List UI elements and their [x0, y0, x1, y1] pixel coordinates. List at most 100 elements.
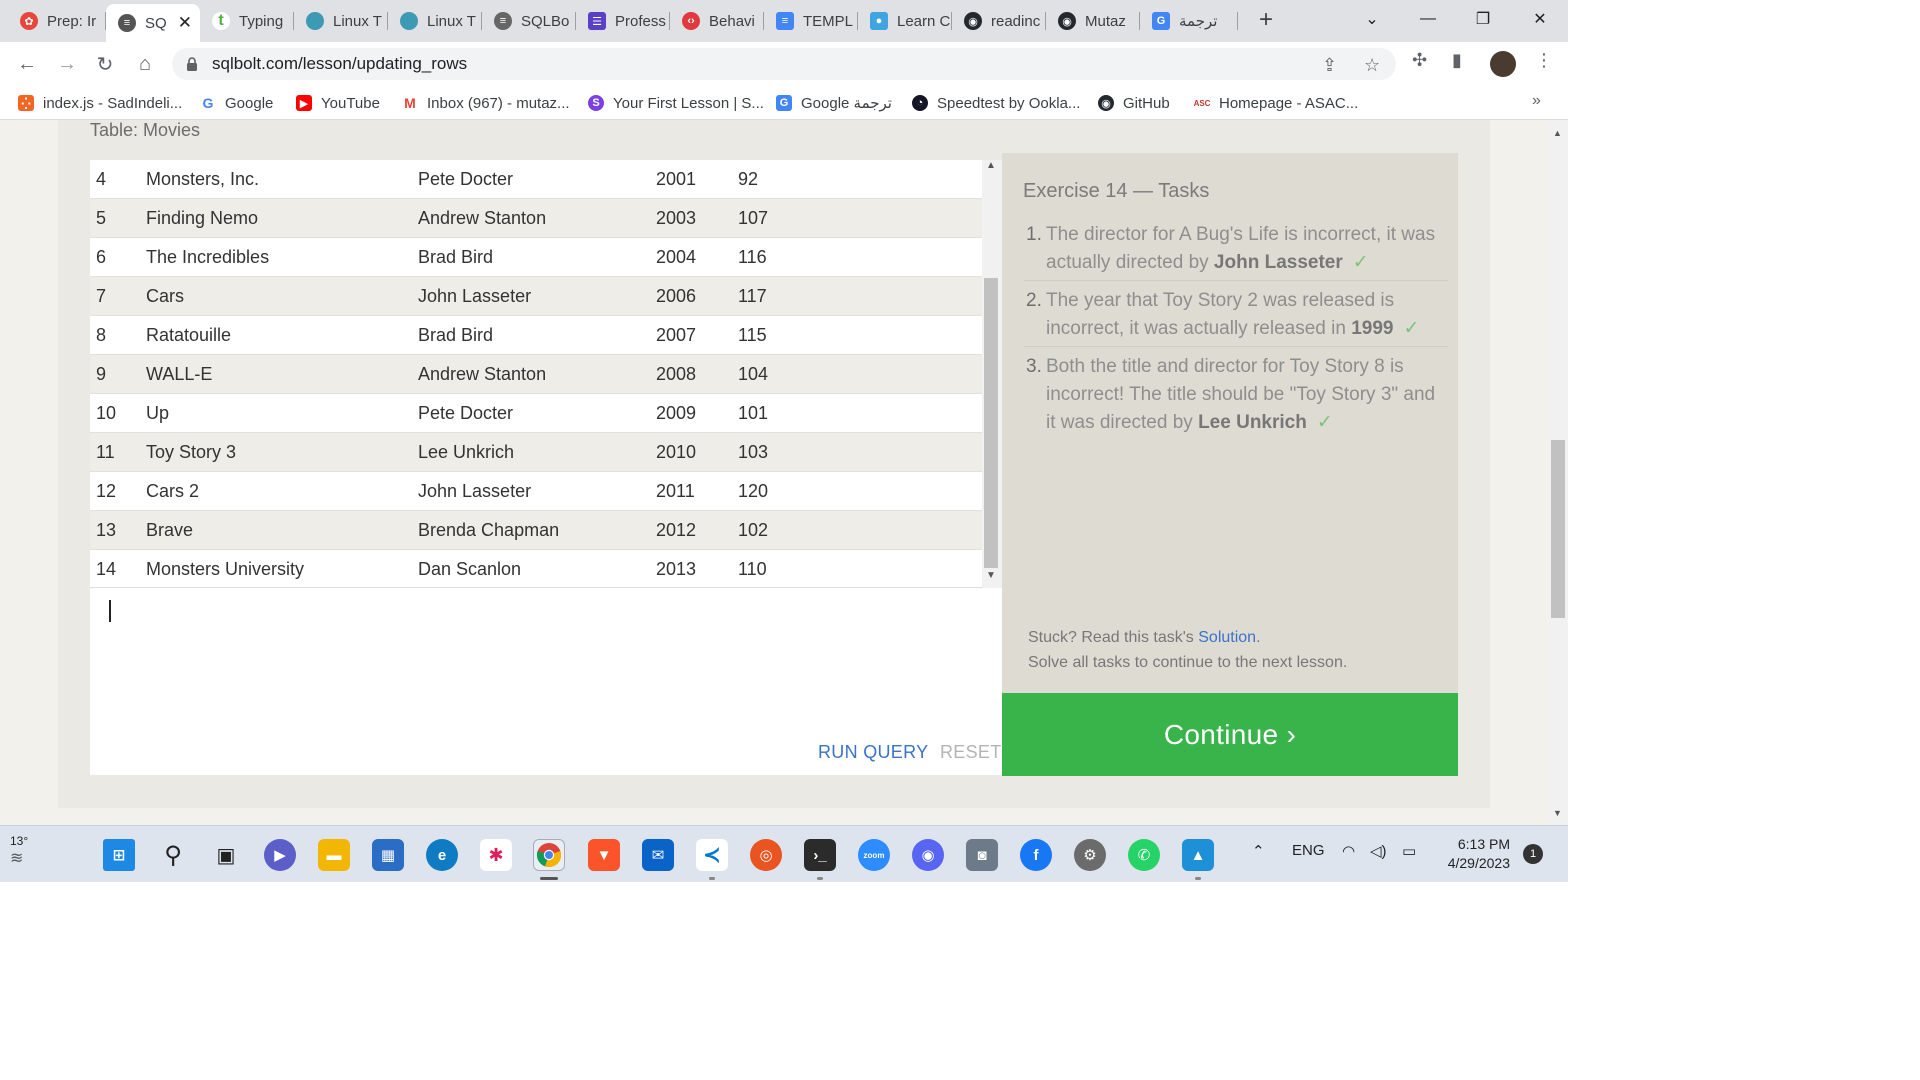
zoom-icon[interactable]: zoom: [858, 839, 890, 871]
wifi-icon[interactable]: ◠: [1342, 842, 1355, 860]
tray-overflow-chevron-icon[interactable]: ⌃: [1252, 842, 1265, 860]
tab-mutaz[interactable]: ◉ Mutaz: [1046, 6, 1140, 36]
tab-prep[interactable]: ✿ Prep: Ir: [8, 6, 106, 36]
terminal-icon[interactable]: ›_: [804, 839, 836, 871]
system-clock[interactable]: 6:13 PM 4/29/2023: [1438, 835, 1510, 873]
address-bar[interactable]: sqlbolt.com/lesson/updating_rows ⇪ ☆: [172, 48, 1396, 80]
chrome-icon[interactable]: [533, 839, 565, 871]
store-icon[interactable]: ▦: [372, 839, 404, 871]
results-scrollbar[interactable]: ▲ ▼: [982, 160, 1002, 588]
checkmark-icon: ✓: [1316, 412, 1333, 433]
minimize-button[interactable]: —: [1408, 6, 1448, 32]
battery-icon[interactable]: ▭: [1402, 842, 1416, 860]
restore-button[interactable]: ❐: [1463, 6, 1503, 32]
scroll-up-arrow-icon[interactable]: ▲: [986, 160, 996, 171]
table-row: 14 Monsters University Dan Scanlon 2013 …: [90, 550, 982, 587]
continue-button[interactable]: Continue ›: [1002, 693, 1458, 776]
page-scroll-down-icon[interactable]: ▼: [1553, 808, 1562, 818]
cell-director: Pete Docter: [418, 402, 514, 423]
side-panel-icon[interactable]: ▮: [1452, 50, 1462, 71]
forward-button[interactable]: →: [52, 50, 82, 78]
speedtest-icon: ◔: [912, 95, 928, 111]
solution-link[interactable]: Solution: [1198, 629, 1256, 646]
search-icon[interactable]: ⚲: [157, 839, 189, 871]
bookmark-asac[interactable]: ASC Homepage - ASAC...: [1194, 92, 1359, 114]
tab-behavioral[interactable]: ‹› Behavi: [670, 6, 764, 36]
tab-professional[interactable]: ☰ Profess: [576, 6, 670, 36]
tab-search-chevron-icon[interactable]: ⌄: [1352, 6, 1392, 32]
tab-template[interactable]: ≡ TEMPL: [764, 6, 858, 36]
globe-icon: [306, 12, 324, 30]
bookmark-first-lesson[interactable]: S Your First Lesson | S...: [588, 92, 764, 114]
tab-learn[interactable]: ● Learn C: [858, 6, 952, 36]
page-scrollbar-thumb[interactable]: [1551, 440, 1565, 618]
facebook-icon[interactable]: f: [1020, 839, 1052, 871]
extensions-icon[interactable]: ✣: [1412, 50, 1427, 71]
bookmark-speedtest[interactable]: ◔ Speedtest by Ookla...: [912, 92, 1080, 114]
discord-icon[interactable]: ◉: [912, 839, 944, 871]
bookmark-youtube[interactable]: ▶ YouTube: [296, 92, 380, 114]
share-icon[interactable]: ⇪: [1322, 55, 1337, 76]
shield-icon: ‹›: [682, 12, 700, 30]
database-icon: ≡: [118, 14, 136, 32]
tab-linux-1[interactable]: Linux T: [294, 6, 388, 36]
reload-button[interactable]: ↻: [90, 50, 120, 78]
bookmark-index-js[interactable]: ⁛ index.js - SadIndeli...: [18, 92, 182, 114]
close-window-button[interactable]: ✕: [1520, 6, 1560, 32]
brave-icon[interactable]: ▼: [588, 839, 620, 871]
reset-button[interactable]: RESET: [940, 742, 1002, 763]
volume-icon[interactable]: ◁): [1370, 842, 1387, 860]
file-explorer-icon[interactable]: ▬: [318, 839, 350, 871]
bookmark-gmail[interactable]: M Inbox (967) - mutaz...: [402, 92, 570, 114]
task-view-icon[interactable]: ▣: [210, 839, 242, 871]
task-answer: John Lasseter: [1213, 252, 1343, 273]
home-button[interactable]: ⌂: [130, 50, 160, 78]
page-scroll-up-icon[interactable]: ▲: [1553, 128, 1562, 138]
cell-title: Brave: [146, 519, 194, 540]
bookmark-google-translate[interactable]: G Google ترجمة: [776, 92, 892, 114]
bookmark-star-icon[interactable]: ☆: [1364, 55, 1380, 76]
camera-icon[interactable]: ◙: [966, 839, 998, 871]
ubuntu-icon[interactable]: ◎: [750, 839, 782, 871]
slack-icon[interactable]: ✱: [480, 839, 512, 871]
settings-gear-icon[interactable]: ⚙: [1074, 839, 1106, 871]
run-query-button[interactable]: RUN QUERY: [818, 742, 928, 763]
bookmark-google[interactable]: G Google: [200, 92, 273, 114]
tab-typing[interactable]: t Typing: [200, 6, 294, 36]
results-table: 4 Monsters, Inc. Pete Docter 2001 92 5 F…: [90, 160, 982, 588]
tab-sqlbolt-2[interactable]: ≡ SQLBo: [482, 6, 576, 36]
vscode-icon[interactable]: ≺: [696, 839, 728, 871]
stuck-hint: Stuck? Read this task's Solution. Solve …: [1028, 629, 1348, 671]
browser-toolbar: ← → ↻ ⌂ sqlbolt.com/lesson/updating_rows…: [0, 42, 1568, 86]
teams-chat-icon[interactable]: ▶: [264, 839, 296, 871]
more-bookmarks-icon[interactable]: »: [1532, 92, 1541, 110]
whatsapp-icon[interactable]: ✆: [1128, 839, 1160, 871]
edge-icon[interactable]: e: [426, 839, 458, 871]
cell-year: 2004: [656, 246, 697, 267]
photos-icon[interactable]: ▲: [1182, 839, 1214, 871]
active-app-indicator: [540, 877, 558, 880]
tab-favicon-icon: ✿: [20, 12, 38, 30]
notification-badge[interactable]: 1: [1523, 844, 1543, 864]
mail-icon[interactable]: ✉: [642, 839, 674, 871]
bookmarks-bar: ⁛ index.js - SadIndeli... G Google ▶ YouTub…: [0, 86, 1568, 120]
weather-widget[interactable]: 13° ≋: [10, 834, 28, 868]
back-button[interactable]: ←: [12, 50, 42, 78]
scroll-down-arrow-icon[interactable]: ▼: [986, 570, 996, 581]
sql-input-caret[interactable]: [109, 600, 111, 622]
language-indicator[interactable]: ENG: [1292, 842, 1325, 859]
tab-sqlbolt-active[interactable]: ≡ SQ ✕: [106, 4, 200, 42]
typing-icon: t: [212, 12, 230, 30]
cell-director: Brad Bird: [418, 324, 494, 345]
close-tab-icon[interactable]: ✕: [178, 13, 192, 33]
tab-linux-2[interactable]: Linux T: [388, 6, 482, 36]
tab-reading[interactable]: ◉ readinc: [952, 6, 1046, 36]
new-tab-button[interactable]: +: [1252, 6, 1280, 34]
page-scrollbar[interactable]: ▲ ▼: [1548, 120, 1568, 825]
start-icon[interactable]: ⊞: [103, 839, 135, 871]
menu-kebab-icon[interactable]: ⋮: [1535, 50, 1553, 71]
avatar[interactable]: [1490, 51, 1516, 77]
tab-translate[interactable]: G ترجمة: [1140, 6, 1238, 36]
scrollbar-thumb[interactable]: [984, 278, 998, 568]
bookmark-github[interactable]: ◉ GitHub: [1098, 92, 1170, 114]
